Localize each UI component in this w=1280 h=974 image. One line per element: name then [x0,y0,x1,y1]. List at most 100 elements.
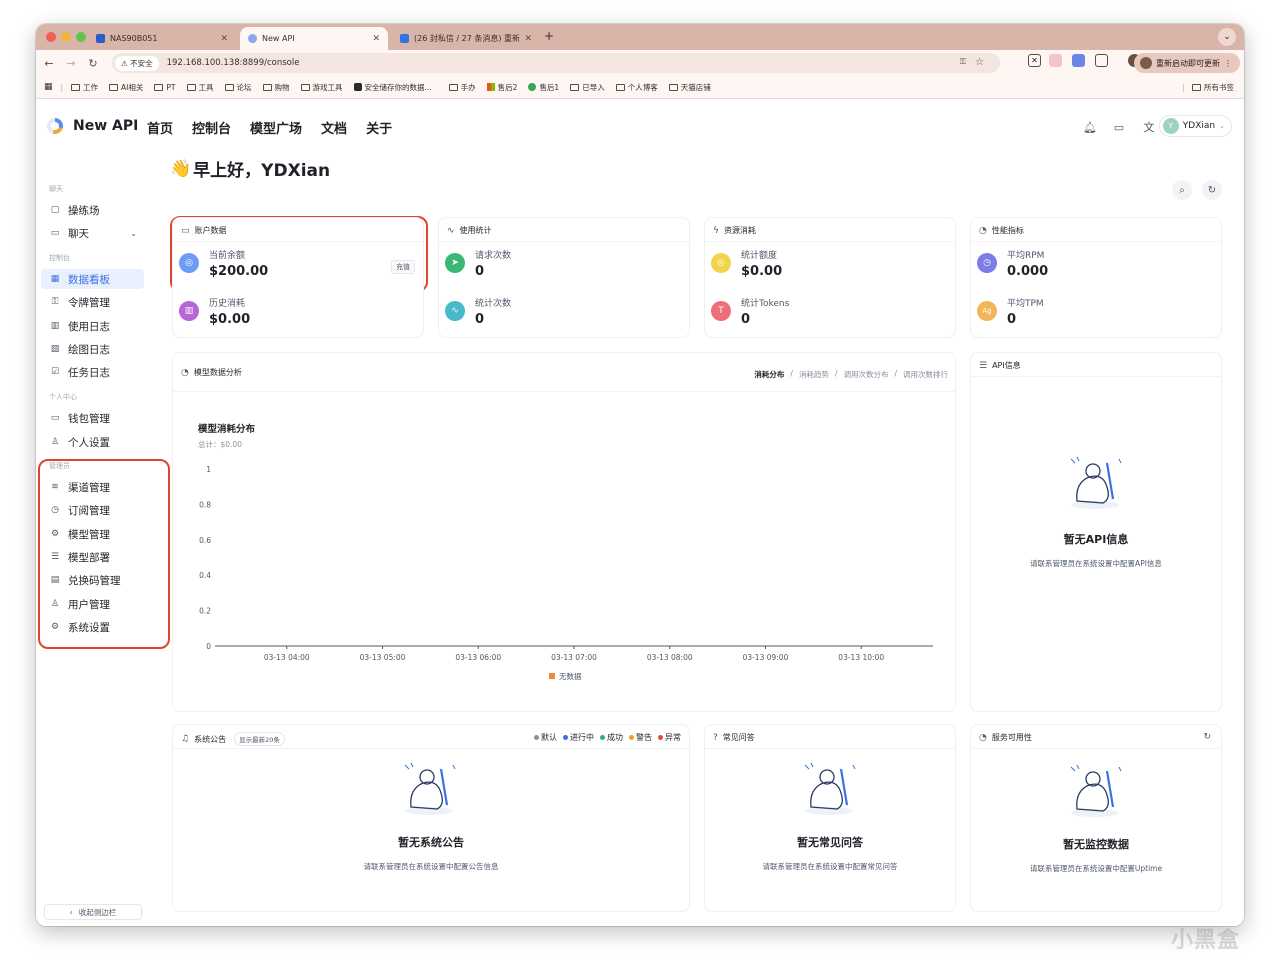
stat-label: 当前余额 [209,251,246,261]
browser-tab-nas[interactable]: NAS90B051 ✕ [88,27,236,50]
close-tab-icon[interactable]: ✕ [524,34,532,44]
nav-model-square[interactable]: 模型广场 [250,118,302,137]
close-tab-icon[interactable]: ✕ [220,34,228,44]
consumption-chart: 1 0.8 0.6 0.4 0.2 0 03-13 04:00 03-13 05:00 03-1… [199,465,933,681]
bookmark-link[interactable]: 售后1 [528,82,559,93]
minimize-window-button[interactable] [61,32,71,42]
new-api-logo-icon[interactable] [47,118,63,134]
bookmark-folder[interactable]: 手办 [448,82,476,93]
bookmark-folder[interactable]: 已导入 [570,82,605,93]
bookmark-folder[interactable]: AI相关 [109,82,143,93]
new-tab-button[interactable]: + [544,29,554,43]
requests-stat: ➤ 请求次数 0 [445,248,511,279]
sidebar-item-playground[interactable]: ▢ 操练场 [41,200,144,220]
bookmark-folder[interactable]: 论坛 [224,82,252,93]
card-title: ◔ 性能指标 [979,225,1024,236]
browser-tab-zhihu[interactable]: (26 封私信 / 27 条消息) 重新出... ✕ [392,27,540,50]
refresh-icon[interactable]: ↻ [1203,732,1211,742]
balance-value: $200.00 [209,264,269,279]
sidebar-item-tokens[interactable]: ⚿ 令牌管理 [41,292,144,312]
bookmark-star-icon[interactable]: ☆ [975,57,984,68]
x-tick-label: 03-13 09:00 [743,653,789,662]
quota-stat: ◎ 统计额度 $0.00 [711,248,782,279]
card-title-text: API信息 [992,361,1021,370]
rpm-stat: ◷ 平均RPM 0.000 [977,248,1048,279]
back-arrow-icon[interactable]: ← [38,57,60,70]
sidebar-item-wallet[interactable]: ▭ 钱包管理 [41,408,144,428]
folder-icon [262,83,272,91]
bookmark-link[interactable]: 安全储存你的数据... [353,82,432,93]
insecure-badge[interactable]: ⚠ 不安全 [115,55,159,71]
address-bar[interactable]: ⚠ 不安全 192.168.100.138:8899/console ☆ ⚿ [112,53,1000,73]
dashboard-grid-icon: ▦ [50,274,60,284]
activity-icon: ∿ [445,301,465,321]
bookmark-folder[interactable]: 天猫店铺 [668,82,711,93]
refresh-icon[interactable]: ↻ [1202,180,1222,200]
checkbox-icon: ☑ [50,367,60,377]
insecure-label: 不安全 [130,58,153,68]
tab-search-chevron-icon[interactable]: ⌄ [1218,28,1236,46]
newapi-favicon-icon [248,34,257,43]
bookmark-folder[interactable]: 工作 [71,82,98,93]
bookmark-label: 论坛 [236,82,252,92]
translate-icon[interactable]: 文 [1139,117,1159,137]
bookmark-label: 已导入 [582,82,605,92]
bookmark-label: 天猫店铺 [680,82,711,92]
nav-home[interactable]: 首页 [147,118,173,137]
sidebar-item-chat[interactable]: ▭ 聊天 ⌄ [41,223,144,243]
user-menu[interactable]: Y YDXian ⌄ [1158,115,1232,137]
username: YDXian [1182,121,1216,131]
extension-pink-icon[interactable] [1049,54,1062,67]
password-key-icon[interactable]: ⚿ [960,57,966,67]
card-divider [173,241,423,242]
sidebar-item-dashboard[interactable]: ▦ 数据看板 [41,269,144,289]
browser-tab-newapi[interactable]: New API ✕ [240,27,388,50]
extensions-puzzle-icon[interactable] [1095,54,1108,67]
question-icon: ? [713,732,718,743]
search-icon[interactable]: ⌕ [1172,180,1192,200]
url-text[interactable]: 192.168.100.138:8899/console [167,58,300,68]
sidebar-item-drawing-log[interactable]: ▨ 绘图日志 [41,339,144,359]
collapse-sidebar-button[interactable]: ‹ 收起侧边栏 [44,904,142,920]
empty-illustration-icon [804,762,856,815]
sidebar-item-label: 令牌管理 [68,296,110,309]
tpm-stat: Ag 平均TPM 0 [977,296,1044,327]
bookmark-folder[interactable]: PT [154,83,176,92]
empty-title: 暂无系统公告 [398,836,464,849]
performance-card: ◔ 性能指标 ◷ 平均RPM 0.000 Ag 平均TPM 0 [970,217,1222,338]
recharge-button[interactable]: 充值 [391,260,415,274]
extension-blue-icon[interactable] [1072,54,1085,67]
monitor-icon[interactable]: ▭ [1109,117,1129,137]
card-divider [971,376,1221,377]
brand-name[interactable]: New API [73,118,138,134]
zoom-window-button[interactable] [76,32,86,42]
nav-about[interactable]: 关于 [366,118,392,137]
bookmark-folder[interactable]: 购物 [262,82,290,93]
bookmark-folder[interactable]: 个人博客 [615,82,658,93]
bell-icon[interactable]: 🔔︎ [1080,117,1100,137]
sidebar-item-personal-settings[interactable]: ♙ 个人设置 [41,432,144,452]
nav-docs[interactable]: 文档 [321,118,347,137]
histogram-icon: ▥ [50,321,60,331]
bookmark-folder[interactable]: 游戏工具 [300,82,343,93]
empty-illustration-icon [1070,456,1122,509]
reload-icon[interactable]: ↻ [82,57,104,70]
update-label: 重新启动即可更新 [1156,58,1220,68]
bookmark-link[interactable]: 售后2 [486,82,517,93]
close-tab-icon[interactable]: ✕ [372,34,380,44]
update-chrome-button[interactable]: 重新启动即可更新 ⋮ [1134,53,1240,73]
forward-arrow-icon[interactable]: → [60,57,82,70]
app-page: New API 首页 控制台 模型广场 文档 关于 🔔︎ ▭ 文 Y YDXia… [36,100,1244,926]
nav-console[interactable]: 控制台 [192,118,231,137]
sidebar-item-task-log[interactable]: ☑ 任务日志 [41,362,144,382]
close-window-button[interactable] [46,32,56,42]
legend-label: 进行中 [570,733,594,742]
empty-subtitle: 请联系管理员在系统设置中配置API信息 [1030,559,1162,568]
all-bookmarks[interactable]: | 所有书签 [1182,82,1234,93]
apps-grid-icon[interactable]: ▦ [44,82,53,92]
extension-shield-icon[interactable]: ✕ [1028,54,1041,67]
chevron-down-icon[interactable]: ⌄ [130,229,137,238]
sidebar-item-usage-log[interactable]: ▥ 使用日志 [41,316,144,336]
app-header: New API 首页 控制台 模型广场 文档 关于 🔔︎ ▭ 文 Y YDXia… [36,100,1244,152]
bookmark-folder[interactable]: 工具 [186,82,214,93]
